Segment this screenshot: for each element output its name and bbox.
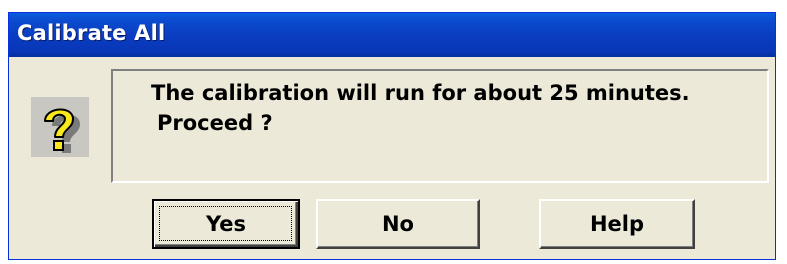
title-bar[interactable]: Calibrate All (9, 13, 775, 57)
no-button[interactable]: No (316, 199, 480, 249)
yes-button-label: Yes (205, 212, 247, 236)
help-button[interactable]: Help (539, 199, 695, 249)
message-text-line2: Proceed ? (157, 111, 273, 135)
help-button-label: Help (589, 212, 645, 236)
question-icon (31, 97, 89, 157)
no-button-label: No (381, 212, 414, 236)
message-panel: The calibration will run for about 25 mi… (111, 69, 769, 183)
yes-button[interactable]: Yes (152, 199, 300, 249)
message-text-line1: The calibration will run for about 25 mi… (151, 81, 690, 105)
calibrate-all-dialog: Calibrate All The calibration will run f… (8, 12, 776, 260)
window-title: Calibrate All (17, 21, 166, 45)
